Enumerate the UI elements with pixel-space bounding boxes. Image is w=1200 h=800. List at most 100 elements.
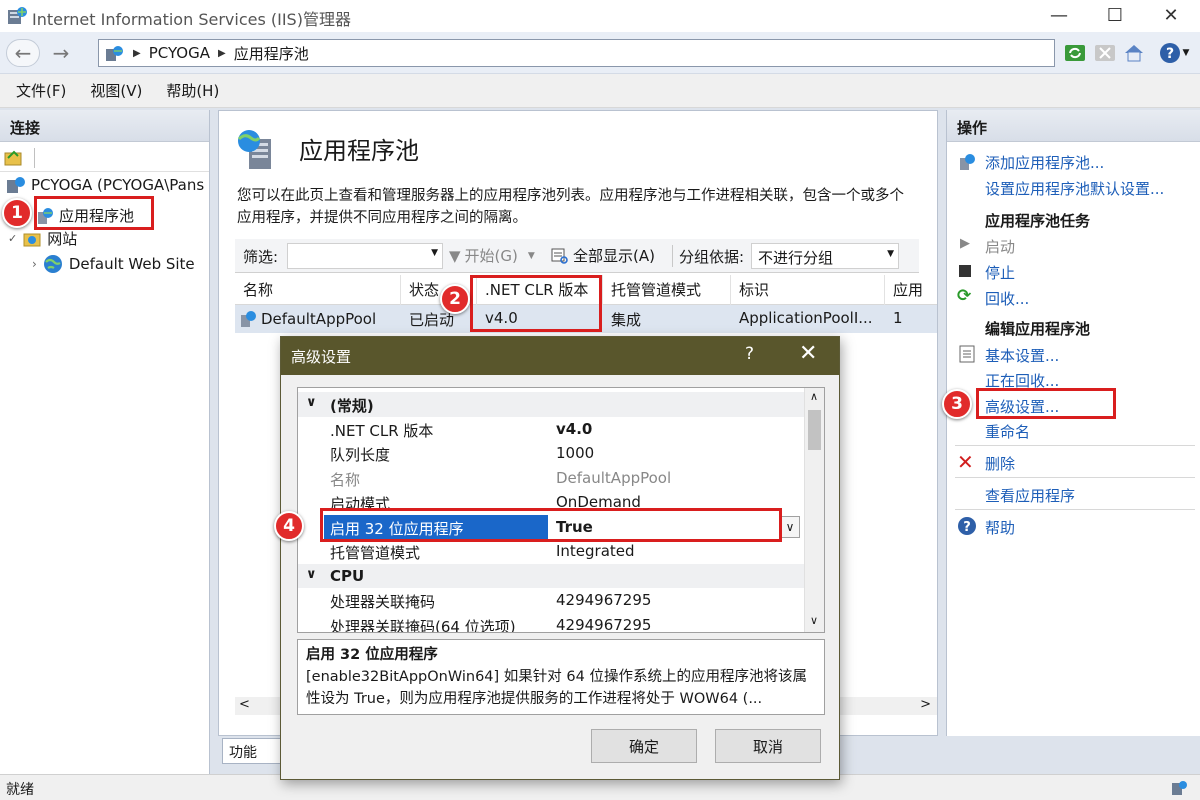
start-filter-button[interactable]: ▼ 开始(G) ▼ [449,245,535,266]
dialog-title-bar: 高级设置 ? ✕ [281,337,839,375]
menu-view[interactable]: 视图(V) [90,80,142,101]
refresh-icon [1065,45,1085,61]
show-all-button[interactable]: 全部显示(A) [551,245,655,266]
menu-help[interactable]: 帮助(H) [166,80,219,101]
delete-link[interactable]: 删除 [985,453,1015,474]
property-category-cpu[interactable]: ∨ CPU [298,563,804,588]
recycle-link[interactable]: 回收... [985,288,1029,309]
advanced-settings-dialog: 高级设置 ? ✕ ∨ (常规) .NET CLR 版本 v4.0 队列长度 10… [280,336,840,780]
chevron-down-icon: ▼ [887,249,894,259]
column-identity[interactable]: 标识 [731,275,885,305]
property-row-queue-length[interactable]: 队列长度 1000 [298,441,804,466]
home-button[interactable] [1121,39,1147,67]
title-bar: Internet Information Services (IIS)管理器 —… [0,0,1200,32]
dialog-help-button[interactable]: ? [745,344,754,364]
minimize-button[interactable]: — [1036,0,1082,30]
help-icon: ? [1159,43,1180,63]
page-description: 您可以在此页上查看和管理服务器上的应用程序池列表。应用程序池与工作进程相关联，包… [237,188,904,226]
actions-divider [955,477,1195,478]
property-description: 启用 32 位应用程序 [enable32BitAppOnWin64] 如果针对… [297,639,825,715]
property-name: 队列长度 [330,446,391,464]
value-dropdown-button[interactable]: ∨ [780,515,800,538]
tree-default-site-label: Default Web Site [68,255,195,273]
cancel-button[interactable]: 取消 [715,729,821,763]
arrow-left-icon: ← [14,41,32,65]
property-value: 4294967295 [556,615,652,633]
view-applications-link[interactable]: 查看应用程序 [985,485,1075,506]
chevron-down-icon[interactable]: ∨ [810,614,818,627]
property-row-clr-version[interactable]: .NET CLR 版本 v4.0 [298,417,804,442]
tree-sites[interactable]: ✓ 网站 [8,228,77,249]
property-row-pipeline-mode[interactable]: 托管管道模式 Integrated [298,539,804,564]
filter-input[interactable]: ▼ [287,243,443,269]
property-name: 处理器关联掩码 [330,593,436,611]
filter-label: 筛选: [243,248,279,266]
edit-pool-header: 编辑应用程序池 [985,320,1091,338]
property-row-affinity-mask-64[interactable]: 处理器关联掩码(64 位选项) 4294967295 [298,613,804,633]
cell-identity: ApplicationPoolI... [739,309,873,327]
vertical-scrollbar[interactable]: ∧ ∨ [804,388,824,632]
column-name[interactable]: 名称 ^ [235,275,401,305]
recycle-icon: ⟳ [957,286,972,306]
property-name: 名称 [330,470,361,489]
breadcrumb-server[interactable]: PCYOGA [149,44,210,62]
step-badge-1: 1 [2,198,32,228]
property-value: DefaultAppPool [556,468,672,487]
close-window-button[interactable]: ✕ [1148,0,1194,30]
tree-server-label: PCYOGA (PCYOGA\Pans [31,176,205,194]
back-button[interactable]: ← [6,39,40,67]
refresh-button[interactable] [1062,39,1088,67]
dialog-close-button[interactable]: ✕ [799,341,817,366]
set-defaults-link[interactable]: 设置应用程序池默认设置... [985,178,1164,199]
group-by-select[interactable]: 不进行分组 ▼ [751,243,899,269]
property-row-name[interactable]: 名称 DefaultAppPool [298,466,804,491]
property-value: 4294967295 [556,591,652,609]
show-all-label: 全部显示(A) [573,247,655,265]
actions-divider [955,509,1195,510]
cell-name: DefaultAppPool [235,305,401,333]
status-text: 就绪 [6,782,34,798]
chevron-down-icon[interactable]: ∨ [306,395,317,410]
stop-nav-button[interactable] [1092,39,1118,67]
menu-file[interactable]: 文件(F) [16,80,66,101]
connections-toolbar [0,144,209,172]
maximize-button[interactable]: ☐ [1092,0,1138,30]
tree-default-site[interactable]: › Default Web Site [32,254,195,274]
stop-link[interactable]: 停止 [985,262,1015,283]
ok-button[interactable]: 确定 [591,729,697,763]
help-icon: ? [958,517,976,535]
scroll-thumb[interactable] [808,410,821,450]
forward-button[interactable]: → [44,39,78,67]
address-bar[interactable]: ▶ PCYOGA ▶ 应用程序池 [98,39,1055,67]
add-app-pool-link[interactable]: 添加应用程序池... [985,152,1104,173]
settings-sheet-icon [959,345,975,363]
chevron-right-icon[interactable]: > [920,697,931,712]
features-view-tab[interactable]: 功能 [222,738,282,764]
breadcrumb-separator-icon: ▶ [218,47,226,59]
category-label: (常规) [330,397,374,415]
tree-server[interactable]: PCYOGA (PCYOGA\Pans [6,176,204,194]
column-applications[interactable]: 应用 [885,275,937,305]
breadcrumb-app-pools[interactable]: 应用程序池 [234,43,309,64]
property-row-affinity-mask[interactable]: 处理器关联掩码 4294967295 [298,588,804,613]
connect-icon[interactable] [4,148,24,166]
actions-panel: 操作 添加应用程序池... 设置应用程序池默认设置... 应用程序池任务 ▶ 启… [946,110,1200,736]
rename-link[interactable]: 重命名 [985,421,1030,442]
chevron-down-icon[interactable]: ∨ [306,567,317,582]
description-text: [enable32BitAppOnWin64] 如果针对 64 位操作系统上的应… [306,669,807,707]
stop-icon [959,265,971,277]
start-filter-label: 开始(G) [464,247,518,265]
chevron-left-icon[interactable]: < [239,697,250,712]
basic-settings-link[interactable]: 基本设置... [985,345,1059,366]
highlight-advanced-settings [976,388,1116,419]
chevron-right-icon: › [32,257,37,271]
column-pipeline-mode[interactable]: 托管管道模式 [603,275,731,305]
chevron-up-icon[interactable]: ∧ [810,390,818,403]
actions-header: 操作 [947,110,1200,142]
sort-asc-icon: ^ [311,275,322,284]
help-link[interactable]: 帮助 [985,517,1015,538]
help-dropdown-button[interactable]: ? ▼ [1156,39,1192,67]
property-category-general[interactable]: ∨ (常规) [298,392,804,417]
start-link[interactable]: 启动 [985,236,1015,257]
property-value: Integrated [556,542,635,560]
